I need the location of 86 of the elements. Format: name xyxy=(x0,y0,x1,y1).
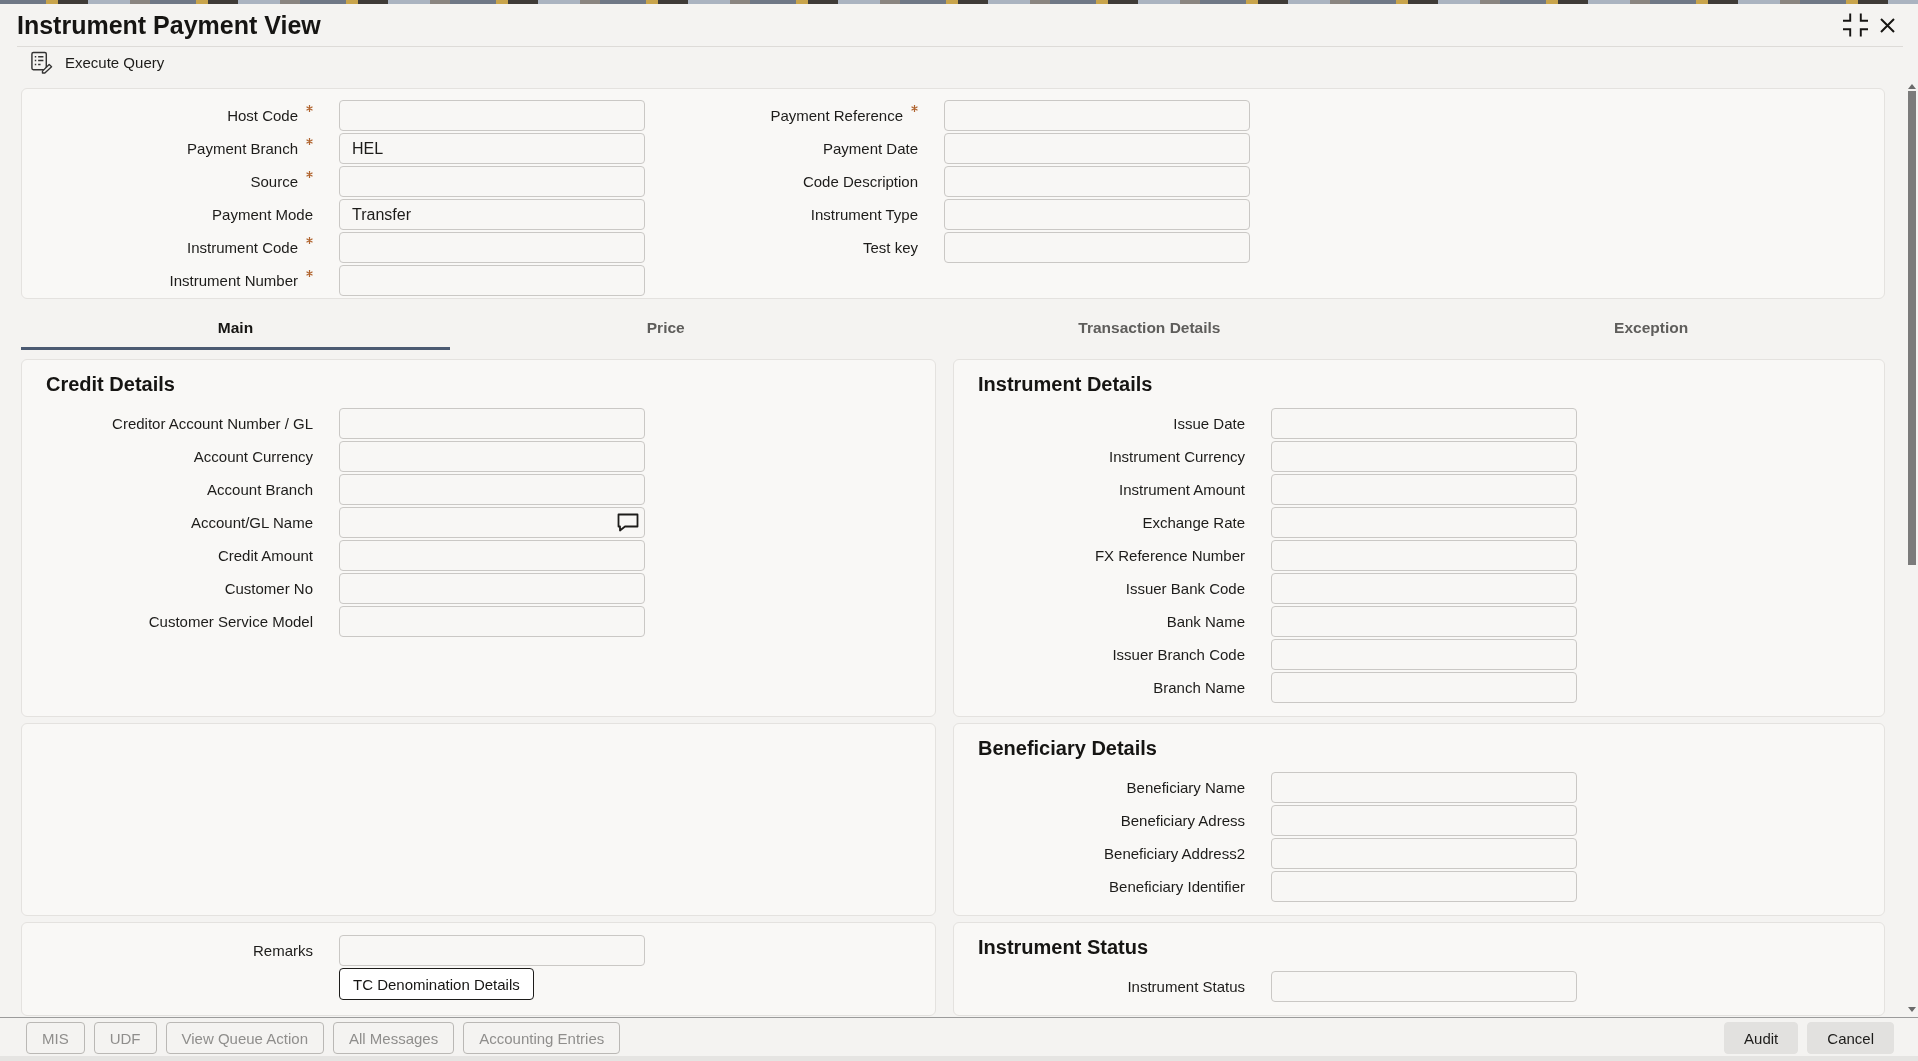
field-label: Account Branch xyxy=(207,481,313,498)
window-title: Instrument Payment View xyxy=(17,10,321,40)
input-field[interactable] xyxy=(1271,772,1577,803)
input-field[interactable] xyxy=(1271,838,1577,869)
scrollbar-thumb[interactable] xyxy=(1908,91,1916,565)
tab[interactable]: Main xyxy=(21,299,450,350)
input-field[interactable] xyxy=(1271,408,1577,439)
field-label: Beneficiary Address2 xyxy=(1104,845,1245,862)
field-label: Payment Branch xyxy=(187,140,298,157)
input-field[interactable] xyxy=(1271,573,1577,604)
field-label: Beneficiary Name xyxy=(1126,779,1245,796)
scroll-up-arrow-icon[interactable] xyxy=(1908,84,1916,89)
field-label: Credit Amount xyxy=(217,547,313,564)
field-label: Beneficiary Identifier xyxy=(1109,878,1245,895)
field-label: Instrument Code xyxy=(187,239,298,256)
input-field[interactable] xyxy=(1271,871,1577,902)
input-field[interactable] xyxy=(339,166,645,197)
input-field[interactable] xyxy=(339,265,645,296)
execute-query-button[interactable]: Execute Query xyxy=(30,51,165,74)
input-field[interactable] xyxy=(339,100,645,131)
input-field[interactable] xyxy=(1271,507,1577,538)
field-label: Bank Name xyxy=(1166,613,1245,630)
field-label: Instrument Type xyxy=(810,206,918,223)
field-label: Issue Date xyxy=(1173,415,1245,432)
input-field[interactable] xyxy=(339,573,645,604)
field-label: Payment Reference xyxy=(770,107,903,124)
field-label: Test key xyxy=(862,239,918,256)
field-label: Issuer Bank Code xyxy=(1125,580,1245,597)
input-field[interactable] xyxy=(339,935,645,966)
footer-button[interactable]: Cancel xyxy=(1807,1022,1894,1054)
tab[interactable]: Transaction Details xyxy=(881,299,1418,350)
footer-button[interactable]: Audit xyxy=(1724,1022,1799,1054)
input-field[interactable] xyxy=(339,540,645,571)
input-field[interactable] xyxy=(944,133,1250,164)
input-field[interactable] xyxy=(1271,606,1577,637)
field-label: Account/GL Name xyxy=(191,514,313,531)
field-label: Issuer Branch Code xyxy=(1112,646,1245,663)
input-field[interactable] xyxy=(339,606,645,637)
field-label: Beneficiary Adress xyxy=(1120,812,1245,829)
input-field[interactable]: HEL xyxy=(339,133,645,164)
field-label: Account Currency xyxy=(193,448,313,465)
input-field[interactable] xyxy=(1271,672,1577,703)
speech-bubble-icon[interactable] xyxy=(617,513,639,532)
field-label: Instrument Number xyxy=(169,272,298,289)
field-label: Code Description xyxy=(802,173,918,190)
input-field[interactable] xyxy=(944,100,1250,131)
section-heading: Instrument Details xyxy=(978,372,1154,396)
section-heading: Instrument Status xyxy=(978,935,1150,959)
field-label: Instrument Currency xyxy=(1109,448,1245,465)
input-field[interactable] xyxy=(339,507,645,538)
section-heading: Beneficiary Details xyxy=(978,736,1158,760)
field-label: Instrument Amount xyxy=(1119,481,1245,498)
tab[interactable]: Exception xyxy=(1417,299,1885,350)
field-label: Customer No xyxy=(224,580,313,597)
input-field[interactable] xyxy=(1271,474,1577,505)
input-field[interactable] xyxy=(1271,639,1577,670)
field-label: Branch Name xyxy=(1153,679,1245,696)
tc-denomination-button[interactable]: TC Denomination Details xyxy=(339,968,534,1000)
field-label: Remarks xyxy=(253,942,313,959)
field-label: Customer Service Model xyxy=(148,613,313,630)
input-field[interactable] xyxy=(944,232,1250,263)
section-heading: Credit Details xyxy=(46,372,176,396)
tab[interactable]: Price xyxy=(449,299,882,350)
input-field[interactable] xyxy=(1271,805,1577,836)
field-label: Exchange Rate xyxy=(1142,514,1245,531)
field-label: Source xyxy=(250,173,298,190)
field-label: Host Code xyxy=(227,107,298,124)
input-field[interactable]: Transfer xyxy=(339,199,645,230)
field-label: FX Reference Number xyxy=(1094,547,1245,564)
input-field[interactable] xyxy=(944,199,1250,230)
field-label: Instrument Status xyxy=(1127,978,1245,995)
field-label: Payment Date xyxy=(822,140,918,157)
input-field[interactable] xyxy=(339,474,645,505)
collapse-icon[interactable] xyxy=(1843,13,1868,37)
document-pencil-icon xyxy=(30,51,53,74)
field-label: Payment Mode xyxy=(212,206,313,223)
input-field[interactable] xyxy=(339,441,645,472)
scroll-down-arrow-icon[interactable] xyxy=(1908,1007,1916,1012)
input-field[interactable] xyxy=(1271,441,1577,472)
input-field[interactable] xyxy=(339,232,645,263)
input-field[interactable] xyxy=(339,408,645,439)
input-field[interactable] xyxy=(944,166,1250,197)
input-field[interactable] xyxy=(1271,971,1577,1002)
input-field[interactable] xyxy=(1271,540,1577,571)
close-icon[interactable] xyxy=(1880,17,1895,33)
field-label: Creditor Account Number / GL xyxy=(112,415,313,432)
